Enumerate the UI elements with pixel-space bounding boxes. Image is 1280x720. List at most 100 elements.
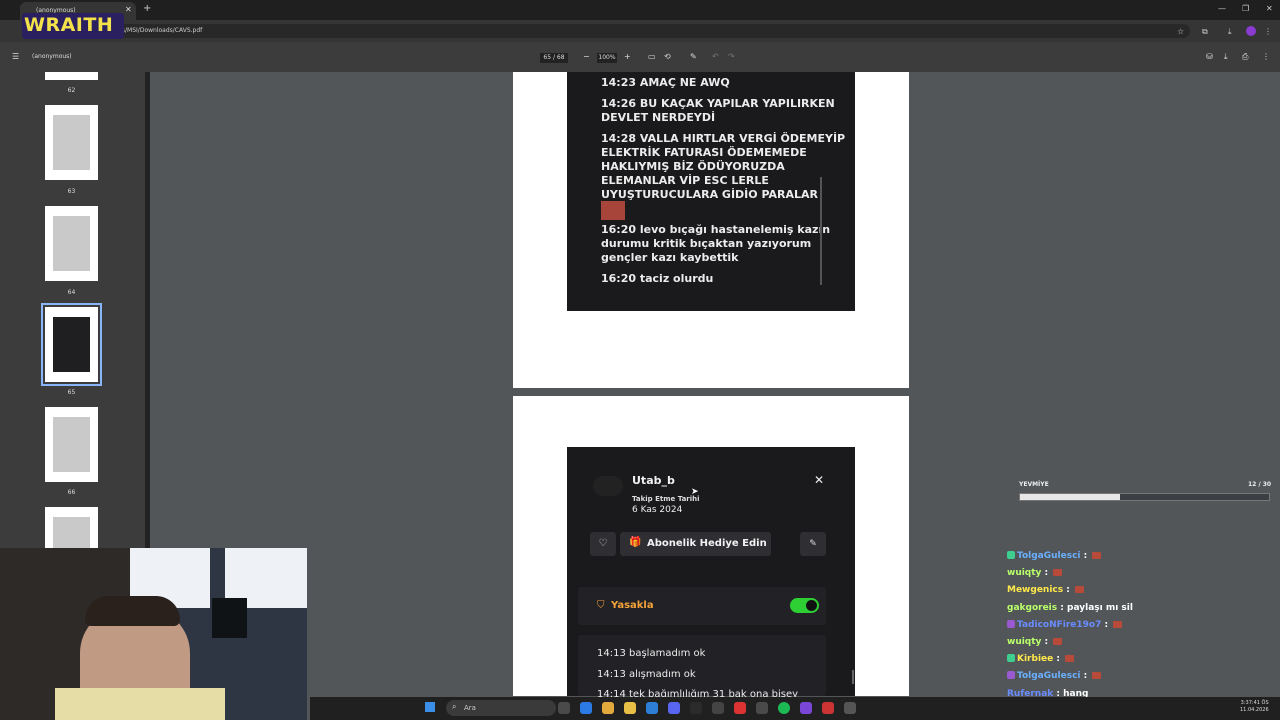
app-icon[interactable] (844, 702, 856, 714)
spotify-icon[interactable] (778, 702, 790, 714)
zoom-input[interactable]: 100% (597, 53, 617, 63)
gift-icon: 🎁 (629, 537, 642, 548)
new-tab-icon[interactable]: + (143, 3, 151, 14)
app-icon[interactable] (580, 702, 592, 714)
app-icon[interactable] (822, 702, 834, 714)
folder-icon[interactable] (624, 702, 636, 714)
app-icon[interactable] (756, 702, 768, 714)
clock-time: 3:37:41 ÖS (1240, 700, 1269, 706)
chat-username[interactable]: gakgoreis (1007, 603, 1057, 613)
follow-label: Takip Etme Tarihi (632, 495, 700, 503)
chat-line: HAKLIYMIŞ BİZ ÖDÜYORUZDA (601, 160, 785, 173)
shield-icon: ⛉ (597, 600, 605, 611)
emote-icon (1074, 586, 1084, 594)
sidebar-divider (145, 72, 150, 548)
undo-icon[interactable]: ↶ (712, 42, 719, 72)
thumbnail-number: 65 (67, 389, 76, 396)
app-icon[interactable] (800, 702, 812, 714)
browser-tab-bar (0, 0, 1280, 20)
progress-bar (1019, 493, 1270, 501)
thumbnail-page[interactable] (45, 105, 98, 180)
close-icon[interactable]: ✕ (814, 473, 824, 487)
more-icon[interactable]: ⋮ (1262, 42, 1270, 72)
rotate-icon[interactable]: ⟲ (664, 42, 671, 72)
window-close-icon[interactable]: ✕ (1266, 4, 1273, 13)
maximize-icon[interactable]: ❐ (1242, 4, 1249, 13)
chat-line: 14:28 VALLA HIRTLAR VERGİ ÖDEMEYİP (601, 132, 846, 145)
downloads-icon[interactable]: ⤓ (1228, 27, 1232, 37)
save-drive-icon[interactable]: ⛁ (1206, 42, 1213, 72)
chat-message: gakgoreis : paylaşı mı sil (1007, 602, 1133, 613)
pdf-doc-title: (anonymous) (32, 53, 72, 60)
fit-page-icon[interactable]: ▭ (648, 42, 656, 72)
webcam-feed (0, 548, 307, 720)
close-icon[interactable]: ✕ (125, 5, 132, 14)
thumbnail-page[interactable] (45, 407, 98, 482)
scrollbar[interactable] (820, 177, 822, 285)
chat-line: ELEKTRİK FATURASI ÖDEMEMEDE (601, 146, 807, 159)
emote-icon (1053, 569, 1063, 577)
app-icon[interactable] (558, 702, 570, 714)
gift-label: Abonelik Hediye Edin (647, 538, 767, 549)
taskbar-search[interactable]: ⌕ Ara (446, 700, 556, 716)
thumbnail-number: 63 (67, 188, 76, 195)
discord-icon[interactable] (668, 702, 680, 714)
address-bar[interactable]: C:/Users/MSI/Downloads/CAVS.pdf (40, 24, 1190, 38)
thumbnail-number: 64 (67, 289, 76, 296)
ban-toggle[interactable] (790, 598, 819, 613)
zoom-out-icon[interactable]: − (583, 42, 590, 72)
chat-message: TadicoNFire19o7 : (1007, 619, 1123, 630)
bookmark-star-icon[interactable]: ☆ (1177, 27, 1184, 36)
zoom-in-icon[interactable]: + (624, 42, 631, 72)
app-icon[interactable] (712, 702, 724, 714)
search-placeholder: Ara (464, 704, 476, 712)
chat-line: 16:20 levo bıçağı hastanelemiş kazın (601, 223, 831, 236)
gift-subscription-button[interactable]: 🎁 Abonelik Hediye Edin (620, 532, 771, 556)
thumbnail-page[interactable] (45, 507, 98, 548)
redo-icon[interactable]: ↷ (728, 42, 735, 72)
thumbnail-page[interactable] (45, 206, 98, 281)
thumbnail-page[interactable] (45, 72, 98, 80)
avatar[interactable] (1246, 26, 1256, 36)
chat-line: gençler kazı kaybettik (601, 251, 739, 264)
menu-icon[interactable]: ⋮ (1264, 27, 1272, 36)
scrollbar[interactable] (852, 670, 854, 684)
progress-count: 12 / 30 (1248, 481, 1272, 488)
heart-icon[interactable]: ♡ (590, 532, 616, 556)
chat-message: TolgaGulesci : (1007, 671, 1102, 681)
search-icon: ⌕ (452, 702, 457, 711)
print-icon[interactable]: ⎙ (1242, 42, 1248, 72)
pdf-toolbar: ☰ (anonymous) − + ▭ ⟲ ✎ ↶ ↷ ⛁ ⤓ ⎙ ⋮ (0, 42, 1280, 72)
extensions-icon[interactable]: ⧉ (1202, 27, 1208, 37)
pdf-page: 14:23 AMAÇ NE AWQ 14:26 BU KAÇAK YAPILAR… (513, 72, 909, 388)
chat-message: TolgaGulesci : (1007, 551, 1102, 561)
chat-username[interactable]: wuiqty (1007, 637, 1041, 647)
chat-username[interactable]: TolgaGulesci (1017, 671, 1081, 681)
minimize-icon[interactable]: — (1218, 4, 1226, 13)
app-icon[interactable] (734, 702, 746, 714)
brand-logo: WRAITH (24, 14, 114, 36)
app-icon[interactable] (646, 702, 658, 714)
page-number-input[interactable]: 65 / 68 (540, 53, 568, 63)
chat-line: 14:13 alışmadım ok (597, 669, 696, 680)
mouse-cursor-icon: ➤ (691, 487, 699, 497)
app-icon[interactable] (602, 702, 614, 714)
chat-username[interactable]: Mewgenics (1007, 585, 1063, 595)
annotate-icon[interactable]: ✎ (690, 42, 697, 72)
windows-start-icon[interactable] (425, 702, 435, 712)
download-icon[interactable]: ⤓ (1224, 42, 1228, 72)
thumbnail-page-selected[interactable] (41, 303, 102, 386)
chat-username[interactable]: wuiqty (1007, 568, 1041, 578)
thumbnail-number: 62 (67, 87, 76, 94)
mod-tool-icon[interactable]: ✎ (800, 532, 826, 556)
page-total: / 68 (552, 54, 565, 61)
progress-label: YEVMİYE (1019, 481, 1049, 488)
sidebar-toggle-icon[interactable]: ☰ (12, 42, 19, 72)
emote-icon (1053, 638, 1063, 645)
chat-username[interactable]: TadicoNFire19o7 (1017, 620, 1101, 630)
chat-username[interactable]: TolgaGulesci (1017, 551, 1081, 561)
chat-username[interactable]: Kirbiee (1017, 654, 1053, 664)
thumbnail-number: 66 (67, 489, 76, 496)
app-icon[interactable] (690, 702, 702, 714)
thumbnail-sidebar: 62 63 64 65 66 (0, 72, 145, 548)
